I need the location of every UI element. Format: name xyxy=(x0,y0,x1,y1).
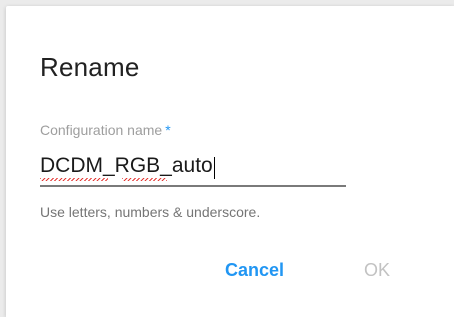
field-label-text: Configuration name xyxy=(40,122,163,138)
text-caret xyxy=(213,156,215,179)
configuration-name-input[interactable]: DCDM_RGB_auto xyxy=(40,151,346,187)
field-helper-text: Use letters, numbers & underscore. xyxy=(40,204,261,220)
ok-button[interactable]: OK xyxy=(364,260,390,281)
required-marker: * xyxy=(165,122,171,138)
dialog-title: Rename xyxy=(40,52,140,82)
spellcheck-underline-dcdm xyxy=(40,178,108,181)
configuration-name-label: Configuration name * xyxy=(40,122,171,138)
spellcheck-underline-rgb xyxy=(122,178,167,181)
configuration-name-value[interactable]: DCDM_RGB_auto xyxy=(40,154,213,177)
rename-dialog: Rename Configuration name * DCDM_RGB_auto… xyxy=(6,6,454,317)
cancel-button[interactable]: Cancel xyxy=(225,260,284,281)
